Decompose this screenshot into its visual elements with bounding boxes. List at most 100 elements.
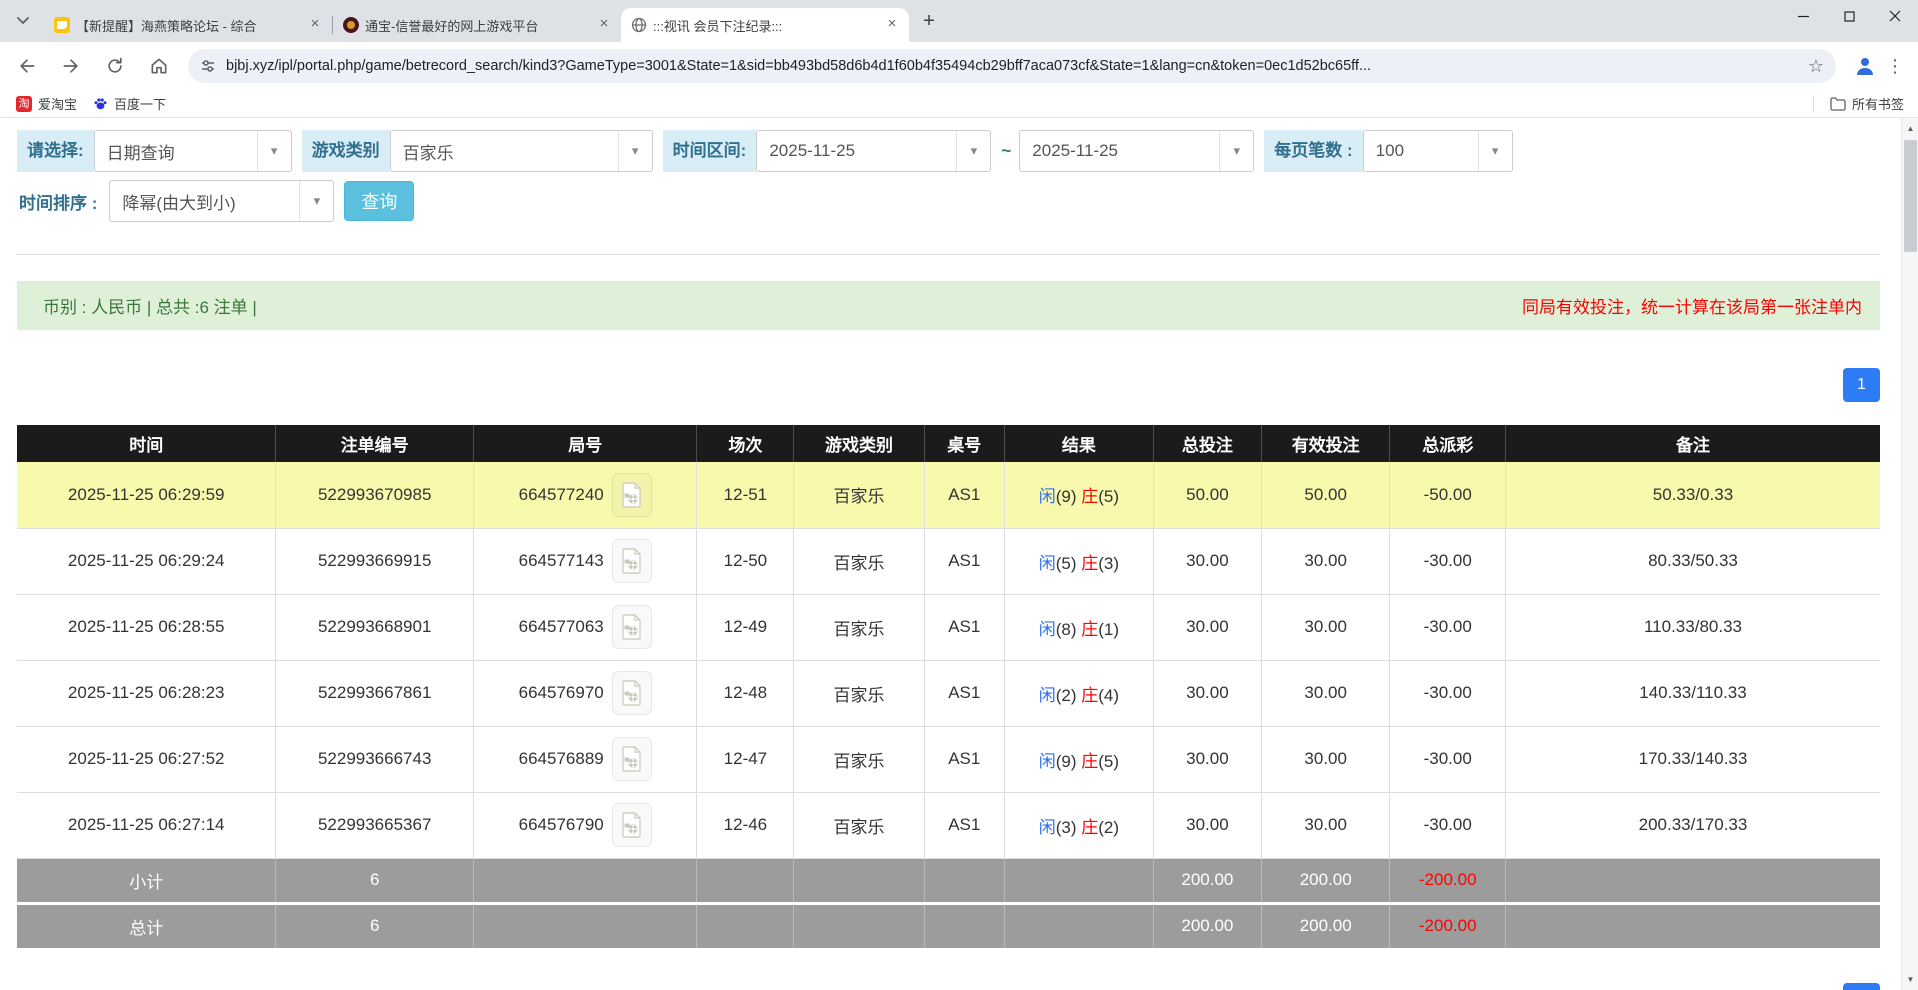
- column-header: 备注: [1505, 425, 1880, 462]
- filter-panel: 请选择: 日期查询 ▾ 游戏类别 百家乐 ▾ 时间区间: 2025-11-25 …: [17, 118, 1880, 255]
- cell-bet-id: 522993667861: [276, 660, 473, 726]
- search-button[interactable]: 查询: [344, 181, 414, 221]
- vertical-scrollbar[interactable]: ▲ ▼: [1901, 118, 1918, 990]
- video-replay-button[interactable]: [612, 539, 652, 583]
- column-header: 场次: [697, 425, 794, 462]
- browser-tab-3-active[interactable]: :::视讯 会员下注纪录::: ×: [621, 8, 909, 42]
- column-header: 总投注: [1153, 425, 1261, 462]
- cell-table-no: AS1: [924, 726, 1004, 792]
- footer-total-bet: 200.00: [1153, 903, 1261, 948]
- footer-empty-cell: [1004, 858, 1153, 903]
- cell-game-type: 百家乐: [794, 528, 924, 594]
- cell-bet-id: 522993665367: [276, 792, 473, 858]
- cell-result: 闲(9) 庄(5): [1004, 462, 1153, 528]
- cell-time: 2025-11-25 06:28:55: [17, 594, 276, 660]
- cell-total-bet: 30.00: [1153, 528, 1261, 594]
- scroll-down-icon[interactable]: ▼: [1902, 971, 1918, 988]
- bookmark-star-icon[interactable]: ☆: [1808, 56, 1824, 77]
- cell-valid-bet: 50.00: [1261, 462, 1390, 528]
- footer-total-bet: 200.00: [1153, 858, 1261, 903]
- bookmark-label: 爱淘宝: [38, 94, 77, 113]
- cell-result: 闲(9) 庄(5): [1004, 726, 1153, 792]
- new-tab-button[interactable]: +: [915, 7, 943, 35]
- game-type-label: 游戏类别: [302, 130, 390, 172]
- tab-close-icon[interactable]: ×: [883, 16, 901, 34]
- cell-game-type: 百家乐: [794, 594, 924, 660]
- page-content: 请选择: 日期查询 ▾ 游戏类别 百家乐 ▾ 时间区间: 2025-11-25 …: [0, 118, 1918, 990]
- summary-bar: 币别 : 人民币 | 总共 :6 注单 | 同局有效投注，统一计算在该局第一张注…: [17, 281, 1880, 330]
- browser-tab-bar: 【新提醒】海燕策略论坛 - 综合 × 通宝-信誉最好的网上游戏平台 × :::视…: [0, 0, 1918, 42]
- date-from-select[interactable]: 2025-11-25 ▾: [756, 130, 991, 172]
- tab-title: 【新提醒】海燕策略论坛 - 综合: [76, 16, 300, 35]
- total-row: 总计6200.00200.00-200.00: [17, 903, 1880, 948]
- taobao-icon: 淘: [16, 96, 32, 112]
- cell-time: 2025-11-25 06:27:14: [17, 792, 276, 858]
- cell-remark: 50.33/0.33: [1505, 462, 1880, 528]
- scroll-up-icon[interactable]: ▲: [1902, 120, 1918, 137]
- chevron-down-icon: ▾: [299, 181, 333, 221]
- cell-bet-id: 522993666743: [276, 726, 473, 792]
- pagination-bottom-partial[interactable]: [1843, 983, 1880, 990]
- cell-result: 闲(8) 庄(1): [1004, 594, 1153, 660]
- cell-session: 12-49: [697, 594, 794, 660]
- tune-icon[interactable]: [200, 58, 216, 74]
- cell-round-id: 664576790: [473, 792, 697, 858]
- bookmark-label: 百度一下: [114, 94, 166, 113]
- subtotal-row: 小计6200.00200.00-200.00: [17, 858, 1880, 903]
- column-header: 结果: [1004, 425, 1153, 462]
- cell-total-bet: 30.00: [1153, 726, 1261, 792]
- query-type-select[interactable]: 日期查询 ▾: [94, 130, 292, 172]
- video-replay-button[interactable]: [612, 737, 652, 781]
- cell-game-type: 百家乐: [794, 660, 924, 726]
- column-header: 局号: [473, 425, 697, 462]
- table-row: 2025-11-25 06:29:59522993670985664577240…: [17, 462, 1880, 528]
- cell-remark: 140.33/110.33: [1505, 660, 1880, 726]
- cell-table-no: AS1: [924, 528, 1004, 594]
- close-button[interactable]: [1872, 0, 1918, 32]
- game-type-select[interactable]: 百家乐 ▾: [390, 130, 653, 172]
- profile-avatar[interactable]: [1850, 51, 1880, 81]
- footer-label: 总计: [17, 903, 276, 948]
- all-bookmarks[interactable]: 所有书签: [1813, 94, 1918, 113]
- cell-table-no: AS1: [924, 594, 1004, 660]
- date-to-select[interactable]: 2025-11-25 ▾: [1019, 130, 1254, 172]
- back-icon[interactable]: [10, 49, 44, 83]
- footer-valid-bet: 200.00: [1261, 903, 1390, 948]
- page-size-select[interactable]: 100 ▾: [1363, 130, 1513, 172]
- reload-icon[interactable]: [98, 49, 132, 83]
- browser-menu-icon[interactable]: ⋮: [1880, 51, 1910, 81]
- cell-bet-id: 522993669915: [276, 528, 473, 594]
- scrollbar-thumb[interactable]: [1904, 140, 1917, 252]
- cell-time: 2025-11-25 06:29:24: [17, 528, 276, 594]
- column-header: 时间: [17, 425, 276, 462]
- home-icon[interactable]: [142, 49, 176, 83]
- video-replay-button[interactable]: [612, 605, 652, 649]
- video-replay-button[interactable]: [612, 671, 652, 715]
- cell-session: 12-47: [697, 726, 794, 792]
- minimize-button[interactable]: [1780, 0, 1826, 32]
- cell-result: 闲(3) 庄(2): [1004, 792, 1153, 858]
- maximize-button[interactable]: [1826, 0, 1872, 32]
- forward-icon[interactable]: [54, 49, 88, 83]
- bookmark-taobao[interactable]: 淘 爱淘宝: [16, 94, 77, 113]
- pagination-page-1[interactable]: 1: [1843, 368, 1880, 402]
- video-replay-button[interactable]: [612, 473, 652, 517]
- footer-count: 6: [276, 903, 473, 948]
- tab-close-icon[interactable]: ×: [595, 16, 613, 34]
- browser-tab-1[interactable]: 【新提醒】海燕策略论坛 - 综合 ×: [44, 8, 332, 42]
- tab-close-icon[interactable]: ×: [306, 16, 324, 34]
- tab-search-chevron-icon[interactable]: [8, 6, 38, 36]
- url-bar[interactable]: bjbj.xyz/ipl/portal.php/game/betrecord_s…: [188, 49, 1836, 83]
- browser-tab-2[interactable]: 通宝-信誉最好的网上游戏平台 ×: [333, 8, 621, 42]
- cell-table-no: AS1: [924, 792, 1004, 858]
- bookmark-baidu[interactable]: 百度一下: [93, 94, 166, 113]
- cell-game-type: 百家乐: [794, 792, 924, 858]
- url-text[interactable]: bjbj.xyz/ipl/portal.php/game/betrecord_s…: [226, 58, 1800, 74]
- cell-result: 闲(2) 庄(4): [1004, 660, 1153, 726]
- video-replay-button[interactable]: [612, 803, 652, 847]
- sort-select[interactable]: 降幂(由大到小) ▾: [109, 180, 334, 222]
- cell-table-no: AS1: [924, 462, 1004, 528]
- bet-record-table: 时间注单编号局号场次游戏类别桌号结果总投注有效投注总派彩备注 2025-11-2…: [17, 425, 1880, 948]
- column-header: 总派彩: [1390, 425, 1506, 462]
- footer-empty-cell: [794, 858, 924, 903]
